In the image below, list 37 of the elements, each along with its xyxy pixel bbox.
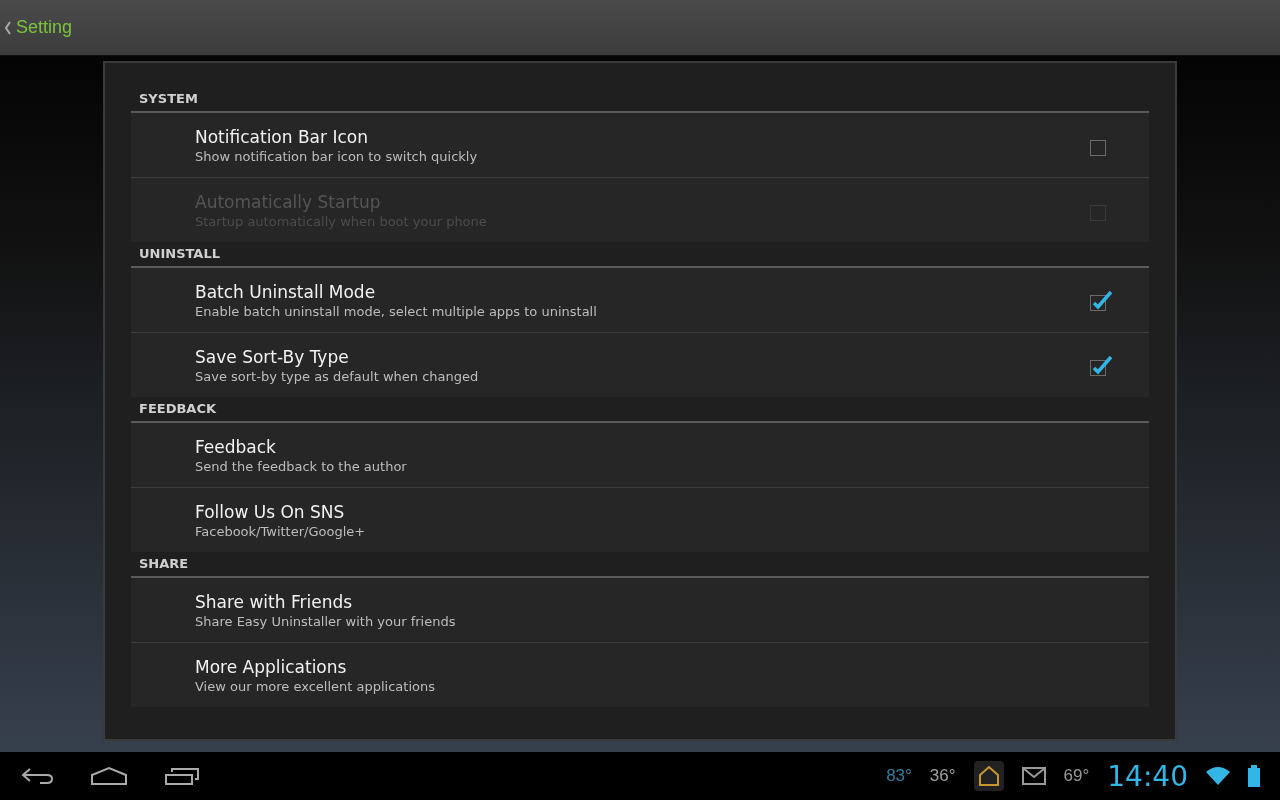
temperature-reading: 69° bbox=[1063, 766, 1090, 786]
setting-title: Follow Us On SNS bbox=[195, 501, 346, 522]
setting-title: More Applications bbox=[195, 656, 348, 677]
setting-title: Share with Friends bbox=[195, 591, 354, 612]
temperature-reading: 36° bbox=[929, 766, 956, 786]
setting-summary: View our more excellent applications bbox=[195, 678, 436, 694]
wifi-icon bbox=[1206, 767, 1230, 785]
settings-row[interactable]: Batch Uninstall Mode Enable batch uninstall mode, select multiple apps to uninstall bbox=[131, 268, 1149, 332]
home-button[interactable] bbox=[90, 766, 128, 786]
settings-row[interactable]: Share with Friends Share Easy Uninstaller with your friends bbox=[131, 578, 1149, 642]
battery-icon bbox=[1248, 765, 1260, 787]
settings-row[interactable]: Follow Us On SNS Facebook/Twitter/Google+ bbox=[131, 487, 1149, 552]
settings-row[interactable]: More Applications View our more excellent applications bbox=[131, 642, 1149, 707]
clock-time: 14:40 bbox=[1107, 759, 1188, 793]
back-button[interactable]: Setting bbox=[0, 0, 77, 55]
chevron-left-icon bbox=[4, 20, 12, 35]
temperature-reading: 83° bbox=[886, 766, 912, 786]
setting-summary: Save sort-by type as default when changed bbox=[195, 368, 480, 384]
setting-summary: Facebook/Twitter/Google+ bbox=[195, 523, 367, 539]
setting-summary: Share Easy Uninstaller with your friends bbox=[195, 613, 457, 629]
setting-summary: Send the feedback to the author bbox=[195, 458, 408, 474]
recent-apps-button[interactable] bbox=[164, 766, 200, 786]
setting-summary: Show notification bar icon to switch quickly bbox=[195, 148, 479, 164]
checkbox[interactable] bbox=[1089, 353, 1113, 377]
setting-title: Feedback bbox=[195, 436, 277, 457]
setting-title: Notification Bar Icon bbox=[195, 126, 369, 147]
settings-row[interactable]: Notification Bar Icon Show notification bar icon to switch quickly bbox=[131, 113, 1149, 177]
setting-summary: Enable batch uninstall mode, select multiple apps to uninstall bbox=[195, 303, 598, 319]
settings-row[interactable]: Feedback Send the feedback to the author bbox=[131, 423, 1149, 487]
app-house-icon[interactable] bbox=[973, 761, 1004, 791]
setting-title: Batch Uninstall Mode bbox=[195, 281, 377, 302]
checkbox[interactable] bbox=[1089, 288, 1113, 312]
screen-title: Setting bbox=[16, 17, 73, 38]
setting-title: Save Sort-By Type bbox=[195, 346, 350, 367]
settings-row[interactable]: Save Sort-By Type Save sort-by type as default when changed bbox=[131, 332, 1149, 397]
back-button[interactable] bbox=[20, 766, 54, 786]
mail-icon[interactable] bbox=[1021, 767, 1046, 785]
